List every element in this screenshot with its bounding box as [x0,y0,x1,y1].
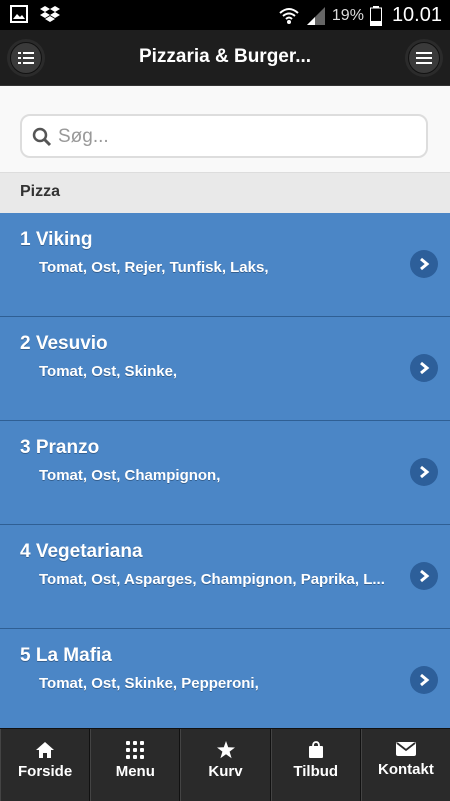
chevron-right-icon[interactable] [410,458,438,486]
star-icon [216,741,235,759]
menu-button[interactable] [408,42,440,74]
menu-list: 1 Viking Tomat, Ost, Rejer, Tunfisk, Lak… [0,213,450,728]
tab-label: Kurv [208,763,243,780]
chevron-right-icon[interactable] [410,250,438,278]
search-input[interactable] [56,122,420,152]
page-title: Pizzaria & Burger... [138,46,312,67]
item-name: 5 La Mafia [20,645,112,666]
clock: 10.01 [391,4,442,26]
list-item[interactable]: 4 Vegetariana Tomat, Ost, Asparges, Cham… [0,525,450,629]
list-item[interactable]: 1 Viking Tomat, Ost, Rejer, Tunfisk, Lak… [0,213,450,317]
list-item[interactable]: 5 La Mafia Tomat, Ost, Skinke, Pepperoni… [0,629,450,728]
item-ingredients: Tomat, Ost, Asparges, Champignon, Paprik… [39,571,385,588]
envelope-icon [395,742,416,756]
battery-icon [369,5,382,26]
app-header: Pizzaria & Burger... [0,30,450,86]
section-title: Pizza [20,183,61,200]
tab-label: Forside [18,763,73,780]
home-icon [36,742,55,758]
item-name: 3 Pranzo [20,437,100,458]
tab-kontakt[interactable]: Kontakt [360,729,450,801]
list-item[interactable]: 2 Vesuvio Tomat, Ost, Skinke, [0,317,450,421]
bottom-tab-bar: Forside Menu Kurv Tilbud Kontakt [0,728,450,801]
chevron-right-icon[interactable] [410,354,438,382]
image-icon [10,5,28,23]
item-name: 2 Vesuvio [20,333,108,354]
item-ingredients: Tomat, Ost, Rejer, Tunfisk, Laks, [39,259,269,276]
search-box [20,114,428,158]
section-divider: Pizza [0,172,450,214]
tab-tilbud[interactable]: Tilbud [270,729,361,801]
wifi-icon [279,7,299,24]
item-ingredients: Tomat, Ost, Champignon, [39,467,221,484]
tab-forside[interactable]: Forside [0,729,91,801]
tab-menu[interactable]: Menu [90,729,181,801]
item-ingredients: Tomat, Ost, Skinke, [39,363,178,380]
signal-icon [306,6,325,25]
dropbox-icon [40,6,60,22]
bag-icon [308,741,323,758]
chevron-right-icon[interactable] [410,562,438,590]
item-ingredients: Tomat, Ost, Skinke, Pepperoni, [39,675,259,692]
menu-icon [416,52,432,64]
tab-kurv[interactable]: Kurv [180,729,271,801]
grid-icon [126,741,145,759]
item-name: 4 Vegetariana [20,541,143,562]
tab-label: Menu [115,763,155,780]
battery-percent: 19% [331,6,364,24]
search-icon [32,127,52,147]
status-bar: 19% 10.01 [0,0,450,30]
search-area [0,86,450,172]
item-name: 1 Viking [20,229,93,250]
tab-label: Kontakt [377,761,434,778]
tab-label: Tilbud [293,763,339,780]
chevron-right-icon[interactable] [410,666,438,694]
list-item[interactable]: 3 Pranzo Tomat, Ost, Champignon, [0,421,450,525]
